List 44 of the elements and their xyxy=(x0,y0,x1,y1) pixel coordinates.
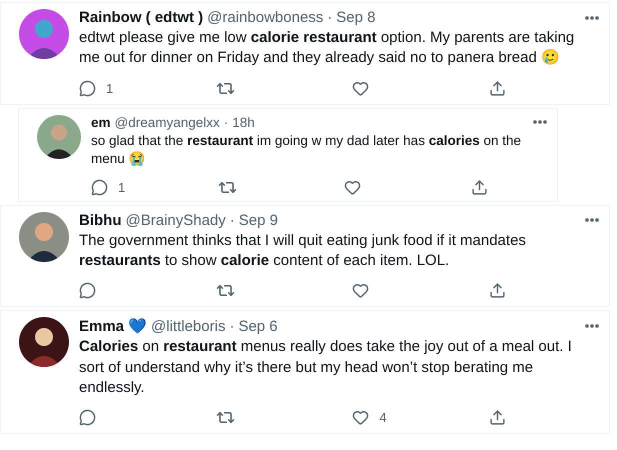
more-button[interactable] xyxy=(585,218,599,222)
heart-icon xyxy=(344,178,362,196)
reply-button[interactable]: 1 xyxy=(79,78,149,98)
like-button[interactable]: 4 xyxy=(352,408,422,428)
user-handle[interactable]: @dreamyangelxx xyxy=(114,114,220,130)
user-name[interactable]: Emma xyxy=(79,318,124,335)
user-name[interactable]: Bibhu xyxy=(79,212,122,229)
share-icon xyxy=(488,282,506,300)
share-icon xyxy=(470,178,488,196)
more-button[interactable] xyxy=(585,16,599,20)
tweet-text: edtwt please give me low calorie restaurant option. My parents are taking me out for dinner on Friday and they already said no to panera bread 🥲 xyxy=(79,28,576,68)
post-time[interactable]: Sep 9 xyxy=(238,212,278,229)
share-icon xyxy=(488,80,506,96)
speech-bubble-icon xyxy=(79,409,96,426)
separator-dot: · xyxy=(224,114,228,130)
user-handle[interactable]: @littleboris xyxy=(151,318,226,335)
heart-icon xyxy=(352,80,370,96)
post-time[interactable]: Sep 6 xyxy=(238,318,278,335)
tweet-text: The government thinks that I will quit eating junk food if it mandates restaurants to show calorie content of each item. LOL. xyxy=(79,230,527,272)
post-time[interactable]: 18h xyxy=(232,114,255,130)
separator-dot: · xyxy=(229,318,234,335)
more-icon xyxy=(585,324,599,328)
speech-bubble-icon xyxy=(79,282,96,300)
user-handle[interactable]: @rainbowboness xyxy=(207,9,324,26)
post-time[interactable]: Sep 8 xyxy=(336,9,376,26)
tweet-text: so glad that the restaurant im going w my dad later has calories on the menu 😭 xyxy=(91,132,522,168)
separator-dot: · xyxy=(230,212,235,229)
more-button[interactable] xyxy=(533,120,547,124)
more-icon xyxy=(533,120,547,124)
reply-button[interactable]: 1 xyxy=(91,178,161,197)
tweet-text: Calories on restaurant menus really does take the joy out of a meal out. I sort of understand why it’s there but my head won’t stop berating me endlessly. xyxy=(79,337,573,398)
more-icon xyxy=(585,16,599,20)
user-handle[interactable]: @BrainyShady xyxy=(126,212,226,229)
more-icon xyxy=(585,218,599,222)
speech-bubble-icon xyxy=(91,178,108,196)
heart-icon xyxy=(352,409,370,426)
heart-emoji: 💙 xyxy=(128,317,148,336)
user-name[interactable]: em xyxy=(91,114,111,130)
user-name[interactable]: Rainbow ( edtwt ) xyxy=(79,9,204,26)
separator-dot: · xyxy=(327,9,332,26)
heart-icon xyxy=(352,282,370,300)
speech-bubble-icon xyxy=(79,80,96,96)
share-icon xyxy=(488,409,506,426)
more-button[interactable] xyxy=(585,324,599,328)
